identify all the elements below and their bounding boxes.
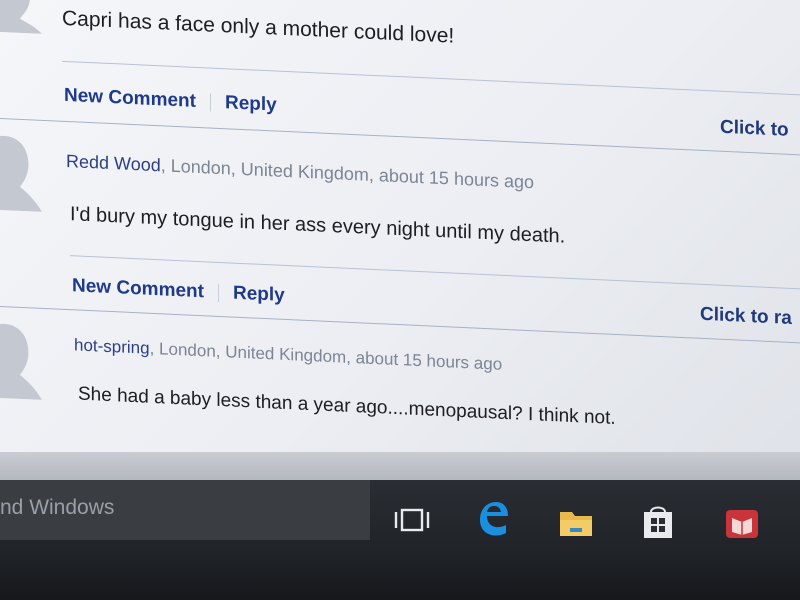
search-placeholder: nd Windows bbox=[0, 496, 115, 519]
comment-text: I'd bury my tongue in her ass every nigh… bbox=[70, 203, 566, 248]
comment-text: Capri has a face only a mother could lov… bbox=[62, 6, 455, 48]
author-link[interactable]: Redd Wood bbox=[66, 151, 161, 175]
new-comment-button[interactable]: New Comment bbox=[72, 275, 204, 302]
comment-meta: hot-spring, London, United Kingdom, abou… bbox=[74, 335, 502, 374]
rate-comment-link[interactable]: Click to ra bbox=[700, 304, 792, 330]
page-footer-band bbox=[0, 452, 800, 480]
edge-browser-icon[interactable] bbox=[474, 496, 514, 536]
rate-comment-link[interactable]: Click to bbox=[720, 117, 789, 142]
comment-actions: New Comment Reply bbox=[72, 275, 285, 307]
reader-icon[interactable] bbox=[722, 504, 762, 544]
avatar bbox=[0, 316, 42, 400]
comment-actions: New Comment Reply bbox=[64, 85, 277, 117]
store-icon[interactable] bbox=[638, 502, 678, 542]
comment-divider bbox=[0, 118, 800, 156]
browser-page: Capri has a face only a mother could lov… bbox=[0, 0, 800, 480]
avatar bbox=[0, 128, 42, 212]
new-comment-button[interactable]: New Comment bbox=[64, 85, 196, 112]
file-explorer-icon[interactable] bbox=[556, 502, 596, 542]
comment-meta: Redd Wood, London, United Kingdom, about… bbox=[66, 151, 534, 193]
location-time: , London, United Kingdom, about 15 hours… bbox=[149, 338, 503, 374]
avatar bbox=[0, 0, 42, 34]
reply-button[interactable]: Reply bbox=[225, 92, 277, 115]
separator bbox=[209, 93, 211, 112]
reply-button[interactable]: Reply bbox=[233, 283, 285, 306]
location-time: , London, United Kingdom, about 15 hours… bbox=[160, 155, 535, 193]
author-link[interactable]: hot-spring bbox=[74, 335, 150, 357]
separator bbox=[217, 283, 219, 302]
task-view-icon[interactable] bbox=[392, 500, 432, 540]
comments-section: Capri has a face only a mother could lov… bbox=[0, 0, 800, 480]
comment-text: She had a baby less than a year ago....m… bbox=[78, 383, 616, 429]
